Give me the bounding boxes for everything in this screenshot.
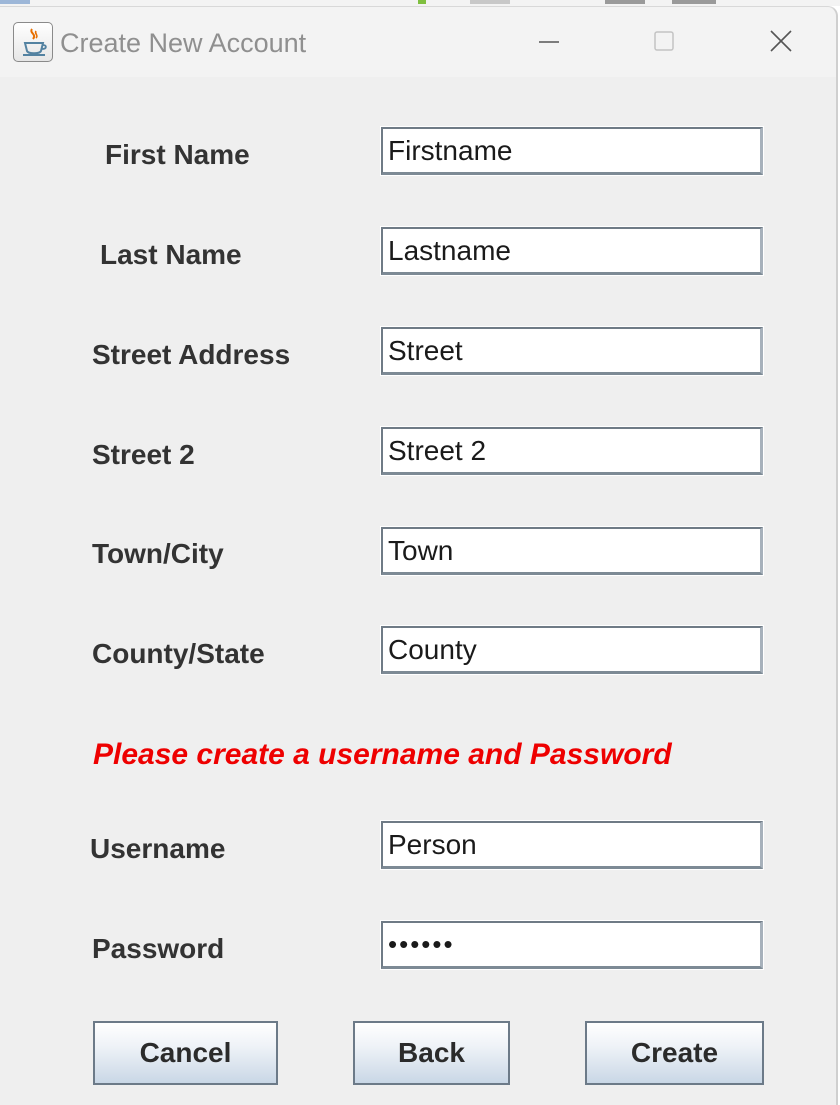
background-edge-mark (470, 0, 510, 4)
minimize-icon (539, 41, 559, 43)
last-name-input[interactable] (380, 226, 764, 276)
background-edge-mark (0, 0, 30, 4)
create-button[interactable]: Create (585, 1021, 764, 1085)
street-address-input[interactable] (380, 326, 764, 376)
background-edge-mark (418, 0, 426, 4)
cancel-button[interactable]: Cancel (93, 1021, 278, 1085)
county-state-input[interactable] (380, 625, 764, 675)
first-name-label: First Name (105, 139, 250, 170)
close-button[interactable] (759, 21, 803, 63)
first-name-input[interactable] (380, 126, 764, 176)
background-edge-mark (605, 0, 645, 4)
username-label: Username (90, 833, 226, 864)
street-address-label: Street Address (92, 339, 291, 370)
street2-input[interactable] (380, 426, 764, 476)
back-button[interactable]: Back (353, 1021, 510, 1085)
town-city-input[interactable] (380, 526, 764, 576)
minimize-button[interactable] (527, 21, 571, 63)
county-state-label: County/State (92, 638, 265, 669)
username-input[interactable] (380, 820, 764, 870)
password-label: Password (92, 933, 225, 964)
background-edge-mark (672, 0, 716, 4)
window-title: Create New Account (60, 28, 307, 58)
town-city-label: Town/City (92, 538, 224, 569)
password-input[interactable] (380, 920, 764, 970)
maximize-button[interactable] (642, 21, 686, 63)
create-account-window: Create New Account First Name Last Name … (0, 6, 838, 1105)
title-bar[interactable]: Create New Account (0, 7, 836, 77)
maximize-icon (654, 31, 674, 51)
credentials-notice: Please create a username and Password (93, 738, 672, 771)
street2-label: Street 2 (92, 439, 195, 470)
java-cup-icon (13, 22, 53, 62)
close-icon (770, 30, 792, 52)
last-name-label: Last Name (100, 239, 242, 270)
